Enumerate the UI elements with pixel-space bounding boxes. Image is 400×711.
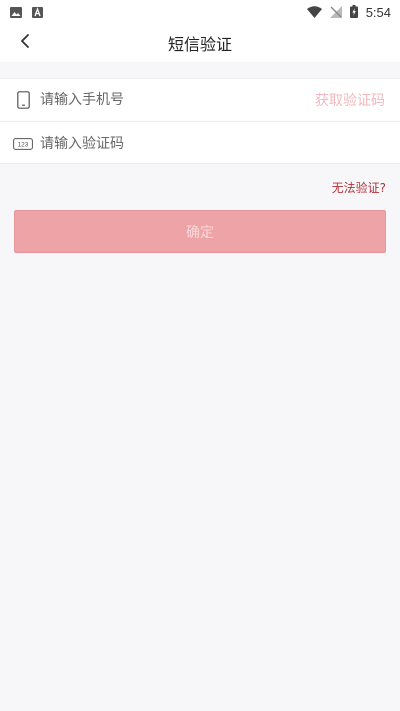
sms-verify-form: 获取验证码 123 <box>0 78 400 164</box>
chevron-left-icon <box>19 33 31 53</box>
code-input[interactable] <box>40 128 400 159</box>
navigation-bar: 短信验证 <box>0 24 400 62</box>
cant-verify-link[interactable]: 无法验证? <box>332 179 386 196</box>
back-button[interactable] <box>12 30 38 56</box>
image-notification-icon <box>10 3 22 22</box>
wifi-icon <box>306 3 322 22</box>
phone-icon <box>0 79 40 122</box>
confirm-button[interactable]: 确定 <box>14 210 386 253</box>
code-123-icon: 123 <box>0 122 40 165</box>
code-row: 123 <box>0 122 400 165</box>
no-signal-icon <box>329 3 342 22</box>
svg-text:123: 123 <box>18 141 29 148</box>
battery-charging-icon <box>349 3 358 22</box>
phone-input[interactable] <box>40 85 315 115</box>
phone-row: 获取验证码 <box>0 79 400 122</box>
status-bar-left <box>10 3 43 22</box>
get-code-button[interactable]: 获取验证码 <box>315 90 400 110</box>
a-notification-icon <box>32 3 43 22</box>
status-time: 5:54 <box>365 4 391 20</box>
page-title: 短信验证 <box>167 35 232 54</box>
status-bar: 5:54 <box>0 0 400 24</box>
status-bar-right: 5:54 <box>306 3 391 22</box>
